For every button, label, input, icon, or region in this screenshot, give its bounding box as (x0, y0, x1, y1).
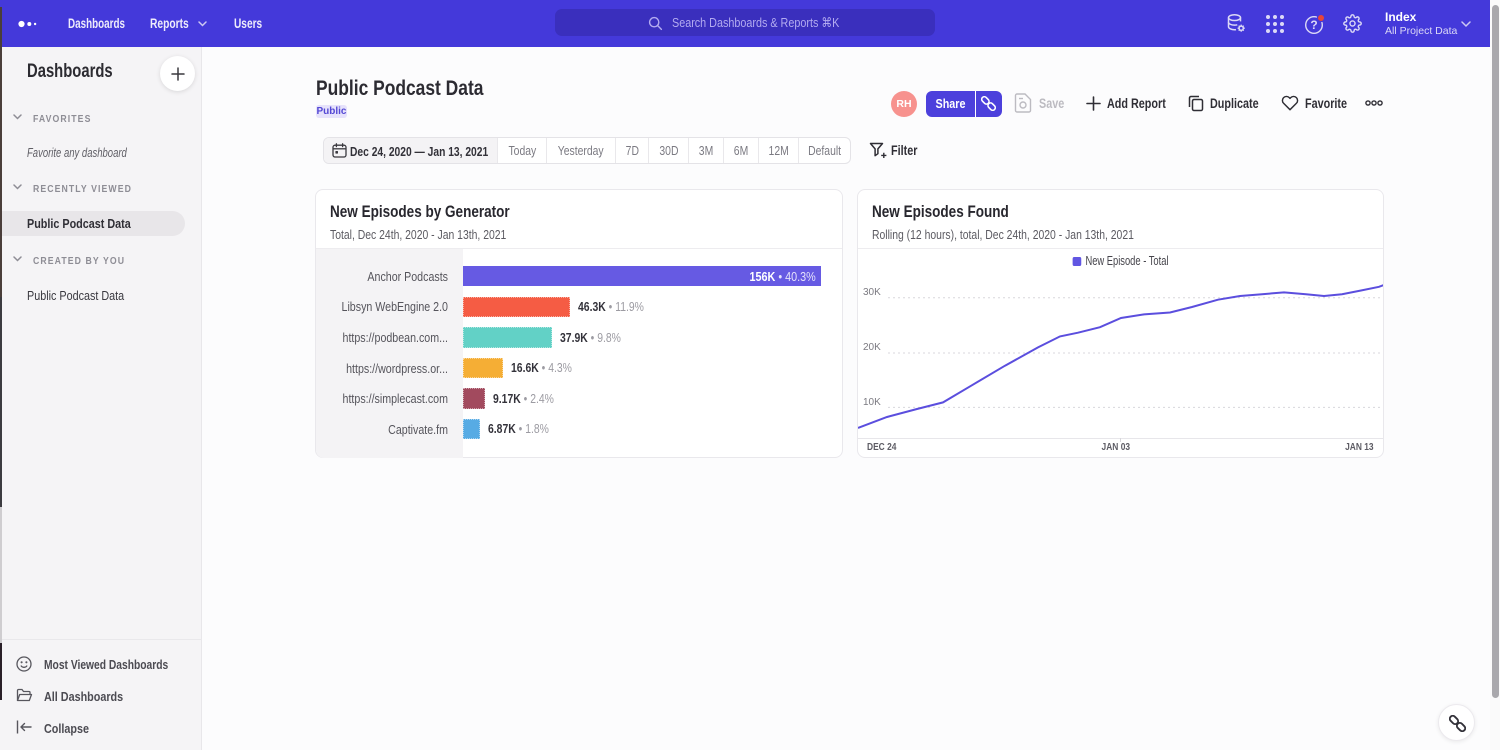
svg-text:?: ? (1310, 18, 1317, 32)
